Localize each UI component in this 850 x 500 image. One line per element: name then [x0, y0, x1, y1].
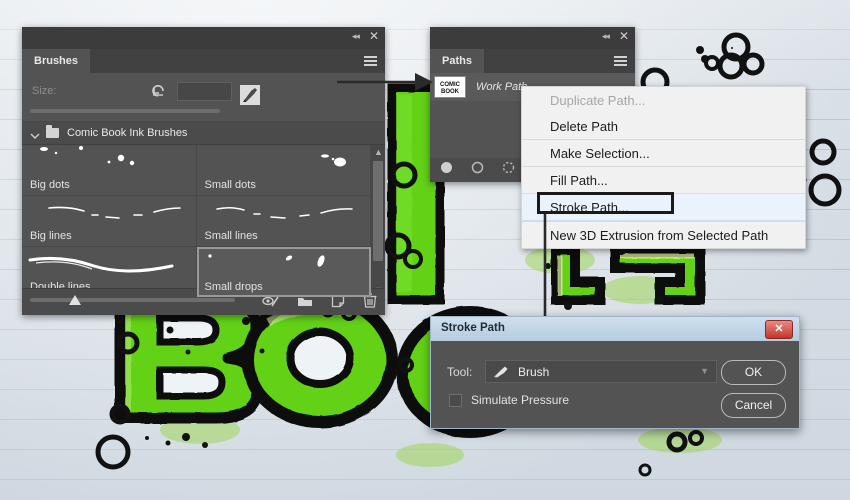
menu-item-delete-path[interactable]: Delete Path — [522, 113, 805, 139]
svg-text:COMIC: COMIC — [440, 82, 461, 88]
panel-menu-icon[interactable] — [364, 56, 377, 68]
brush-item-small-dots[interactable]: Small dots — [197, 145, 371, 195]
collapse-icon[interactable]: ◂◂ — [602, 30, 610, 42]
brush-group-row[interactable]: Comic Book Ink Brushes — [22, 122, 385, 145]
brush-item-small-drops[interactable]: Small drops — [196, 247, 371, 297]
chevron-down-icon[interactable]: ▼ — [700, 366, 709, 376]
folder-icon — [46, 125, 59, 138]
collapse-icon[interactable]: ◂◂ — [352, 30, 360, 42]
brush-item-big-lines[interactable]: Big lines — [22, 196, 197, 246]
menu-item-make-selection[interactable]: Make Selection... — [522, 139, 805, 166]
size-input[interactable] — [177, 82, 232, 101]
brush-row: Big lines Small lines — [22, 196, 371, 247]
path-thumbnail: COMIC BOOK — [434, 76, 466, 98]
menu-item-stroke-path[interactable]: Stroke Path... — [522, 193, 805, 221]
size-slider[interactable] — [30, 109, 220, 113]
tab-brushes[interactable]: Brushes — [22, 49, 91, 73]
reset-icon[interactable] — [150, 82, 167, 99]
path-context-menu[interactable]: Duplicate Path... Delete Path Make Selec… — [521, 86, 806, 249]
brush-item-small-lines[interactable]: Small lines — [197, 196, 371, 246]
stroke-path-icon[interactable] — [471, 161, 484, 179]
brush-size-footer-slider[interactable] — [30, 298, 235, 302]
svg-text:BOOK: BOOK — [441, 89, 460, 95]
brush-list[interactable]: Big dots Small dots Big lines Small line… — [22, 145, 371, 297]
brush-label: Big lines — [30, 230, 72, 242]
brushes-tabbar: Brushes — [22, 49, 385, 73]
simulate-pressure-checkbox[interactable] — [449, 393, 462, 407]
scroll-up-icon[interactable]: ▲ — [374, 147, 383, 157]
brush-group-label: Comic Book Ink Brushes — [67, 127, 188, 139]
menu-item-duplicate-path: Duplicate Path... — [550, 92, 646, 108]
close-icon[interactable]: ✕ — [369, 30, 379, 42]
screenshot-stage: ◂◂ ✕ Brushes Size: Comic Book Ink Brushe… — [0, 0, 850, 500]
brush-tip-icon[interactable] — [240, 85, 260, 105]
cancel-button[interactable]: Cancel — [721, 393, 786, 418]
paths-tabbar: Paths — [430, 49, 635, 73]
menu-item-new-3d-extrusion[interactable]: New 3D Extrusion from Selected Path — [522, 221, 805, 248]
path-name-label: Work Path — [476, 81, 528, 93]
brushes-panel-titlebar: ◂◂ ✕ — [22, 27, 385, 49]
brushes-panel[interactable]: ◂◂ ✕ Brushes Size: Comic Book Ink Brushe… — [22, 27, 385, 315]
menu-item-fill-path[interactable]: Fill Path... — [522, 166, 805, 193]
paintbrush-icon — [492, 365, 512, 379]
stroke-path-dialog[interactable]: Stroke Path ✕ Tool: Brush ▼ Simulate Pre… — [430, 316, 800, 429]
fill-path-icon[interactable] — [440, 161, 453, 179]
brush-label: Small drops — [204, 281, 263, 293]
dialog-close-button[interactable]: ✕ — [765, 320, 793, 339]
tool-label: Tool: — [447, 365, 473, 379]
tool-select[interactable]: Brush ▼ — [485, 360, 717, 383]
tab-paths[interactable]: Paths — [430, 49, 484, 73]
dialog-titlebar: Stroke Path ✕ — [431, 317, 799, 341]
brush-label: Big dots — [30, 179, 70, 191]
tool-value: Brush — [518, 364, 550, 379]
size-label: Size: — [32, 85, 57, 97]
simulate-pressure-checkbox-row[interactable]: Simulate Pressure — [449, 393, 569, 407]
brush-list-scrollbar[interactable]: ▲ ▼ — [371, 145, 385, 297]
dialog-body: Tool: Brush ▼ Simulate Pressure OK Cance… — [431, 341, 799, 426]
close-icon[interactable]: ✕ — [619, 30, 629, 42]
chevron-down-icon[interactable] — [30, 128, 40, 139]
brush-size-row: Size: — [22, 73, 385, 122]
slider-handle[interactable] — [68, 293, 82, 305]
paths-panel-titlebar: ◂◂ ✕ — [430, 27, 635, 49]
scrollbar-thumb[interactable] — [373, 161, 383, 261]
brush-label: Small dots — [204, 179, 256, 191]
brush-item-big-dots[interactable]: Big dots — [22, 145, 197, 195]
panel-menu-icon[interactable] — [614, 56, 627, 68]
ok-button[interactable]: OK — [721, 360, 786, 385]
brush-row: Big dots Small dots — [22, 145, 371, 196]
dialog-title: Stroke Path — [441, 322, 505, 334]
load-selection-icon[interactable] — [502, 161, 515, 179]
brush-label: Small lines — [204, 230, 258, 242]
simulate-pressure-label: Simulate Pressure — [471, 393, 570, 407]
